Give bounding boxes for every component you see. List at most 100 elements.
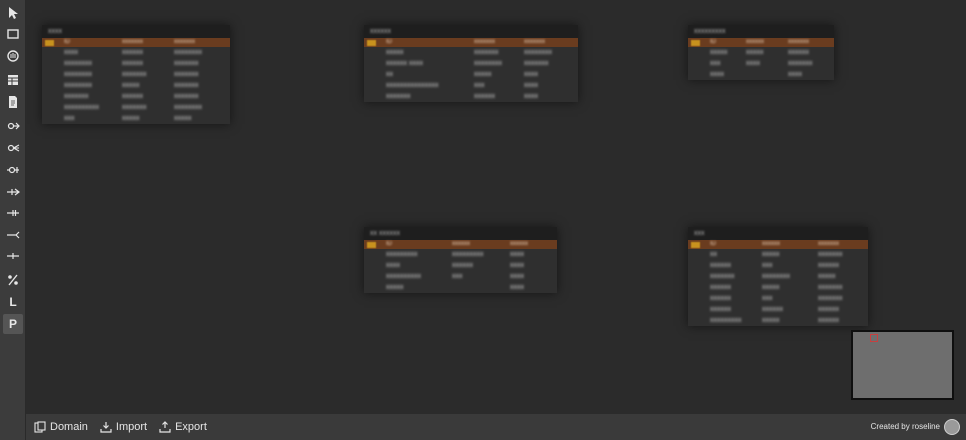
entity-header[interactable]: xxxxxx	[364, 25, 578, 38]
cell: xxxxxxx	[788, 60, 813, 67]
table-row[interactable]: xxxxxxxxxxxxxx	[688, 249, 868, 260]
import-label: Import	[115, 421, 148, 433]
column-header: xxxxxxx	[524, 39, 545, 45]
table-row[interactable]: xxxxxx xxxx xxxxxxxx xxxxxxx	[364, 58, 578, 69]
cell: xxxxxx	[122, 49, 143, 56]
cell: xx	[710, 251, 717, 258]
cell: xxxxxxxxx	[386, 251, 418, 258]
cell: xxxxxxxx	[64, 71, 92, 78]
pointer-tool-icon[interactable]	[3, 3, 23, 23]
select-rect-tool-icon[interactable]	[3, 24, 23, 44]
cell: xxxxxxxxxx	[386, 273, 421, 280]
entity-table[interactable]: xxx ID xxxxxx xxxxxxx xx xxxxx xxxxxxx xxx…	[688, 227, 868, 326]
table-row[interactable]: xxxxxxxxxxxxxxxxxxxx	[688, 271, 868, 282]
entity-name: xxxxxxxxx	[694, 28, 726, 35]
key-icon	[367, 40, 376, 46]
cell: xxxxxxx	[710, 273, 735, 280]
hand-tool-icon[interactable]	[3, 46, 23, 66]
domain-button[interactable]: Domain	[34, 421, 88, 433]
table-row[interactable]: xxxxxxxxxxxxxxxxxx	[688, 282, 868, 293]
import-button[interactable]: Import	[100, 421, 147, 433]
cell: xxxxx	[174, 115, 192, 122]
table-row[interactable]: xxxxxxxxxxxxxx	[364, 260, 557, 271]
cell: xxxxxxx	[64, 93, 89, 100]
table-row[interactable]: xxxxxxxxxxxxxx	[688, 58, 834, 69]
cell: xxx	[474, 82, 485, 89]
entity-table[interactable]: xxxxxx ID xxxxxxx xxxxxxx xxxxx xxxxxxx xx…	[364, 25, 578, 102]
column-header: xxxxxxx	[474, 39, 495, 45]
table-row[interactable]: xxxxxxxxxxxxxxxxxxxx	[688, 315, 868, 326]
table-row[interactable]: xxxxxxxxxxxxxxxxxxxx	[42, 91, 230, 102]
column-header: xxxxxx	[510, 241, 528, 247]
table-row[interactable]: xxxxxx xxx xxxxxx	[688, 260, 868, 271]
minimap[interactable]	[851, 330, 954, 400]
cell: xxxxx	[762, 251, 780, 258]
entity-table[interactable]: xxxx ID xxxxxxx xxxxxxx xxxx xxxxxx xxxxxx…	[42, 25, 230, 124]
note-tool-icon[interactable]	[3, 92, 23, 112]
table-row[interactable]: xxxxxxxxxxxxxxxxxx	[42, 47, 230, 58]
domain-label: Domain	[50, 421, 88, 433]
relation-1-icon[interactable]	[3, 116, 23, 136]
app-root: L P xxxx ID xxxxxxx xxxxxxx xxxx xxxxxx xx…	[0, 0, 966, 440]
tool-palette: L P	[0, 0, 26, 440]
label-tool-l[interactable]: L	[3, 292, 23, 312]
cell: xxxx	[510, 273, 524, 280]
table-row[interactable]: xxxxx xxxx	[364, 282, 557, 293]
table-row[interactable]: xxxxxxxxxx xxxxxxx xxxxxxxx	[42, 102, 230, 113]
entity-header[interactable]: xx xxxxxx	[364, 227, 557, 240]
cell: xxxx	[746, 60, 760, 67]
table-row[interactable]: xxxxxxxx xxxxxx xxxxxxx	[42, 58, 230, 69]
entity-table[interactable]: xx xxxxxx ID xxxxxx xxxxxx xxxxxxxxx xxxx…	[364, 227, 557, 293]
table-row[interactable]: xxxxxxxxxxxxxxxxxxxxxx	[364, 249, 557, 260]
column-header-row: ID xxxxxx xxxxxxx	[688, 240, 868, 249]
label-tool-p[interactable]: P	[3, 314, 23, 334]
cell: xxxxx	[122, 115, 140, 122]
import-icon	[100, 422, 112, 433]
cell: xxxxx	[710, 49, 728, 56]
export-button[interactable]: Export	[159, 421, 207, 433]
table-row[interactable]: xxxxxxxxxxxxxxxxxx	[688, 304, 868, 315]
relation-7-icon[interactable]	[3, 246, 23, 266]
cell: xxxxxx	[710, 306, 731, 313]
entity-table[interactable]: xxxxxxxxx ID xxxxxx xxxxxxx xxxxx xxxxx xx…	[688, 25, 834, 80]
relation-3-icon[interactable]	[3, 160, 23, 180]
relation-percent-icon[interactable]	[3, 270, 23, 290]
relation-6-icon[interactable]	[3, 225, 23, 245]
table-tool-icon[interactable]	[3, 70, 23, 90]
avatar[interactable]	[944, 419, 960, 435]
table-row[interactable]: xxxxxxxxxxxxxxxx	[688, 293, 868, 304]
table-row[interactable]: xxxxxxxxxxxxxxxxxxxx	[42, 80, 230, 91]
cell: xxxx	[510, 262, 524, 269]
cell: xx	[386, 71, 393, 78]
column-header: ID	[386, 241, 392, 247]
cell: xxxxxxxxxx	[64, 104, 99, 111]
entity-header[interactable]: xxxxxxxxx	[688, 25, 834, 38]
cell: xxx	[452, 273, 463, 280]
entity-header[interactable]: xxxx	[42, 25, 230, 38]
relation-5-icon[interactable]	[3, 203, 23, 223]
table-row[interactable]: xxxxxxxxxxxxxxxxx	[364, 271, 557, 282]
table-row[interactable]: xxxxxxxxxxxxxxxxxxxxxx	[364, 80, 578, 91]
cell: xxxxxx	[710, 284, 731, 291]
minimap-viewport-marker[interactable]	[870, 334, 878, 342]
key-icon	[367, 242, 376, 248]
column-header: xxxxxx	[762, 241, 780, 247]
table-row[interactable]: xxxxxxxxxxxxxxxx	[688, 47, 834, 58]
cell: xxxx	[710, 71, 724, 78]
relation-4-icon[interactable]	[3, 182, 23, 202]
entity-header[interactable]: xxx	[688, 227, 868, 240]
relation-2-icon[interactable]	[3, 138, 23, 158]
key-icon	[691, 242, 700, 248]
table-row[interactable]: xx xxxxx xxxx	[364, 69, 578, 80]
table-row[interactable]: xxxx xxxx	[688, 69, 834, 80]
cell: xxxxxxxxx	[452, 251, 484, 258]
cell: xxxxxxxx	[174, 49, 202, 56]
table-row[interactable]: xxx xxxxx xxxxx	[42, 113, 230, 124]
table-row[interactable]: xxxxxxxxxxxxxxxxxxxx	[364, 47, 578, 58]
table-row[interactable]: xxxxxxxxxxxxxxxxxxxxxx	[42, 69, 230, 80]
table-row[interactable]: xxxxxxxxxxxxxxxxx	[364, 91, 578, 102]
cell: xxxx	[510, 284, 524, 291]
diagram-canvas[interactable]: xxxx ID xxxxxxx xxxxxxx xxxx xxxxxx xxxxxx…	[26, 0, 966, 414]
column-header: xxxxxx	[746, 39, 764, 45]
column-header-row: ID xxxxxx xxxxxxx	[688, 38, 834, 47]
